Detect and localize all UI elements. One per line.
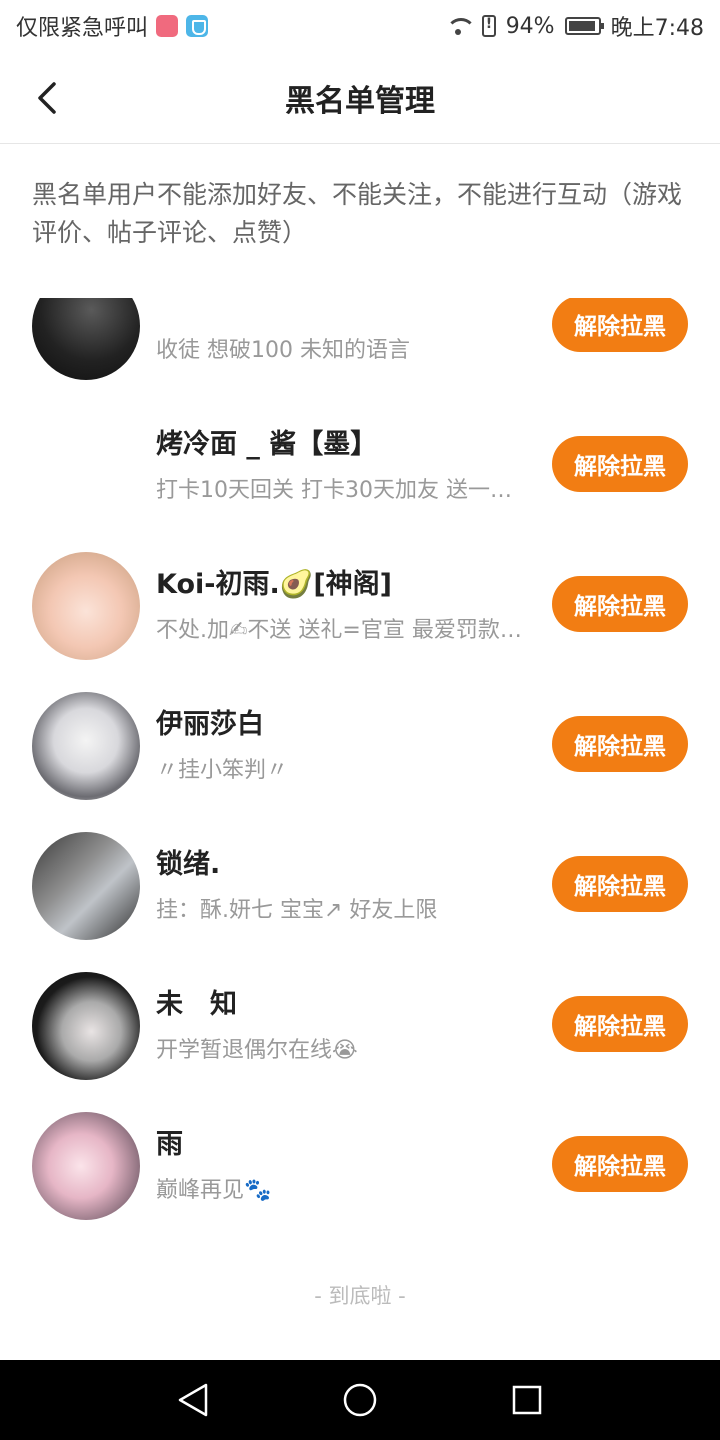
app-notification-icon — [156, 15, 179, 37]
carrier-text: 仅限紧急呼叫 — [16, 16, 149, 41]
user-name: Koi-初雨.🥑[神阁] — [156, 569, 393, 600]
shield-icon — [186, 15, 209, 37]
status-bar: 仅限紧急呼叫 94% 晚上7:48 — [0, 0, 720, 52]
avatar[interactable] — [32, 692, 140, 800]
user-name: 烤冷面 _ 酱【墨】 — [156, 429, 378, 460]
unblock-button[interactable]: 解除拉黑 — [552, 576, 688, 632]
unblock-button[interactable]: 解除拉黑 — [552, 1136, 688, 1192]
unblock-button[interactable]: 解除拉黑 — [552, 436, 688, 492]
avatar[interactable] — [32, 298, 140, 380]
user-bio: 开学暂退偶尔在线😭 — [156, 1038, 358, 1063]
user-bio: 挂：酥.妍七 宝宝↗ 好友上限 — [156, 898, 438, 923]
avatar[interactable] — [32, 552, 140, 660]
user-name: 伊丽莎白 — [156, 709, 264, 740]
unblock-button[interactable]: 解除拉黑 — [552, 856, 688, 912]
user-bio: 不处.加✍不送 送礼=官宣 最爱罚款的你 — [156, 618, 526, 643]
blacklist-scroll-area[interactable]: 收徒 想破100 未知的语言 解除拉黑 烤冷面 _ 酱【墨】 打卡10天回关 打… — [0, 298, 720, 1360]
circle-home-icon — [343, 1383, 377, 1417]
nav-back-button[interactable] — [163, 1370, 223, 1430]
nav-recents-button[interactable] — [497, 1370, 557, 1430]
app-header: 黑名单管理 — [0, 52, 720, 144]
end-of-list-text: - 到底啦 - — [314, 1284, 406, 1308]
list-item: 烤冷面 _ 酱【墨】 打卡10天回关 打卡30天加友 送一点不虚 拉黑不送 加群… — [0, 388, 720, 528]
triangle-back-icon — [179, 1383, 208, 1417]
blacklist: 收徒 想破100 未知的语言 解除拉黑 烤冷面 _ 酱【墨】 打卡10天回关 打… — [0, 298, 720, 1228]
unblock-button[interactable]: 解除拉黑 — [552, 716, 688, 772]
list-item: Koi-初雨.🥑[神阁] 不处.加✍不送 送礼=官宣 最爱罚款的你 解除拉黑 — [0, 528, 720, 668]
user-bio: 巅峰再见🐾 — [156, 1178, 272, 1203]
avatar[interactable] — [32, 412, 140, 520]
back-button[interactable] — [26, 76, 70, 120]
battery-icon — [564, 17, 604, 35]
user-bio: 打卡10天回关 打卡30天加友 送一点不虚 拉黑不送 加群 — [156, 478, 526, 503]
clock: 晚上7:48 — [610, 16, 704, 41]
square-recents-icon — [512, 1385, 541, 1415]
chevron-left-icon — [38, 82, 56, 114]
user-bio: 收徒 想破100 未知的语言 — [156, 338, 410, 363]
user-name: 锁绪. — [156, 849, 221, 880]
status-right: 94% 晚上7:48 — [444, 10, 704, 42]
user-bio: 〃挂小笨判〃 — [156, 758, 289, 783]
avatar[interactable] — [32, 972, 140, 1080]
battery-percent: 94% — [505, 13, 555, 39]
page-title: 黑名单管理 — [285, 83, 435, 119]
list-item: 雨 巅峰再见🐾 解除拉黑 — [0, 1088, 720, 1228]
list-item: 伊丽莎白 〃挂小笨判〃 解除拉黑 — [0, 668, 720, 808]
wifi-icon — [444, 16, 476, 36]
user-name: 未 知 — [156, 989, 237, 1020]
list-item: 未 知 开学暂退偶尔在线😭 解除拉黑 — [0, 948, 720, 1088]
avatar[interactable] — [32, 1112, 140, 1220]
system-nav-bar — [0, 1360, 720, 1440]
status-left: 仅限紧急呼叫 — [16, 10, 209, 42]
nav-home-button[interactable] — [330, 1370, 390, 1430]
unblock-button[interactable]: 解除拉黑 — [552, 996, 688, 1052]
list-item: 锁绪. 挂：酥.妍七 宝宝↗ 好友上限 解除拉黑 — [0, 808, 720, 948]
sim-alert-icon — [481, 15, 496, 37]
unblock-button[interactable]: 解除拉黑 — [552, 298, 688, 352]
user-name: 雨 — [156, 1129, 183, 1160]
avatar[interactable] — [32, 832, 140, 940]
list-item: 收徒 想破100 未知的语言 解除拉黑 — [0, 298, 720, 388]
blacklist-notice: 黑名单用户不能添加好友、不能关注，不能进行互动（游戏评价、帖子评论、点赞） — [32, 180, 683, 247]
